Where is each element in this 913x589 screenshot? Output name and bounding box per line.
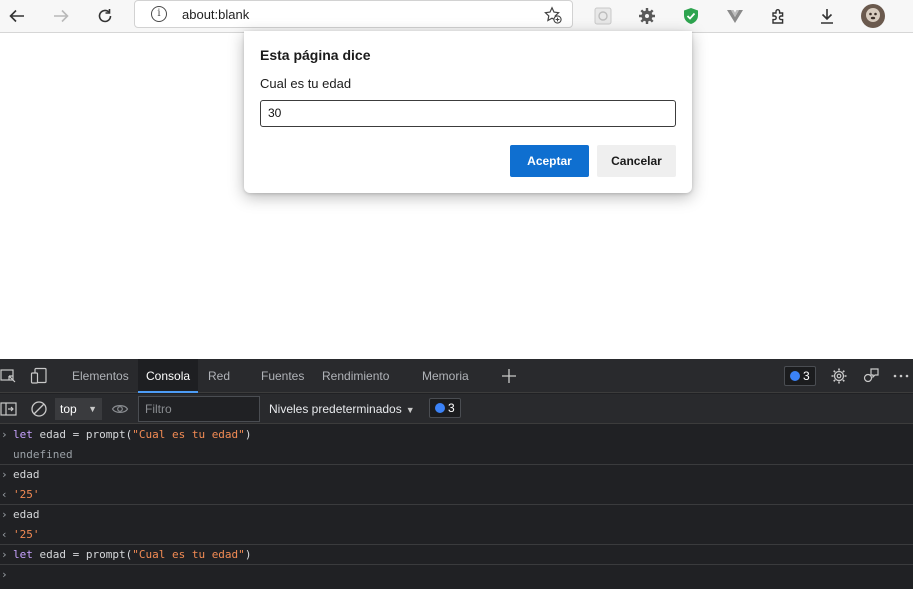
keyword: let (13, 428, 33, 441)
download-icon[interactable] (812, 2, 842, 30)
info-icon[interactable]: i (151, 6, 167, 22)
console-line: › edad (0, 465, 913, 485)
devtools-panel: Elementos Consola Red Fuentes Rendimient… (0, 359, 913, 589)
console-prompt[interactable]: › (0, 565, 913, 585)
console-line: undefined (0, 445, 913, 465)
tab-fuentes[interactable]: Fuentes (261, 359, 304, 393)
address-bar[interactable]: i about:blank (134, 0, 573, 28)
vue-devtools-icon[interactable] (720, 2, 750, 30)
console-line: ‹ '25' (0, 525, 913, 545)
console-line: › let edad = prompt("Cual es tu edad") (0, 545, 913, 565)
code-text: ) (244, 548, 252, 561)
log-levels-label: Niveles predeterminados (269, 402, 402, 416)
console-line: › edad (0, 505, 913, 525)
string-literal: "Cual es tu edad" (132, 548, 245, 561)
result-text: '25' (13, 528, 40, 541)
context-value: top (60, 402, 77, 416)
address-url: about:blank (182, 7, 250, 22)
arrow-right-icon (54, 9, 69, 23)
console-line: ‹ '25' (0, 485, 913, 505)
settings-gear-icon[interactable] (830, 367, 848, 385)
live-expression-eye-icon[interactable] (111, 400, 129, 418)
issues-count: 3 (803, 369, 810, 383)
browser-toolbar: i about:blank (0, 0, 913, 33)
chevron-down-icon: ▼ (88, 404, 97, 414)
filter-input[interactable]: Filtro (138, 396, 260, 422)
arrow-left-icon (9, 9, 24, 23)
input-chevron-icon: › (1, 468, 8, 481)
issues-badge[interactable]: 3 (784, 366, 816, 386)
code-text: edad (13, 508, 40, 521)
code-text: edad (13, 468, 40, 481)
tab-consola[interactable]: Consola (138, 359, 199, 393)
input-chevron-icon: › (1, 428, 8, 441)
prompt-chevron-icon: › (1, 568, 8, 581)
profile-avatar[interactable] (858, 2, 888, 30)
back-button[interactable] (2, 2, 32, 30)
levels-issues-badge[interactable]: 3 (429, 398, 461, 418)
sidebar-toggle-icon[interactable] (0, 400, 18, 418)
tab-red[interactable]: Red (208, 359, 230, 393)
keyword: let (13, 548, 33, 561)
devtools-tabbar: Elementos Consola Red Fuentes Rendimient… (0, 359, 913, 393)
forward-button[interactable] (46, 2, 76, 30)
clear-console-icon[interactable] (30, 400, 48, 418)
output-chevron-icon: ‹ (1, 488, 8, 501)
extension-puzzle-tile-icon[interactable] (588, 2, 618, 30)
levels-issues-count: 3 (448, 401, 455, 415)
tab-elementos[interactable]: Elementos (72, 359, 129, 393)
device-toolbar-icon[interactable] (30, 367, 48, 385)
log-levels-select[interactable]: Niveles predeterminados ▼ (269, 398, 415, 420)
tab-rendimiento[interactable]: Rendimiento (322, 359, 389, 393)
dialog-input[interactable]: 30 (260, 100, 676, 127)
reload-icon (98, 9, 112, 23)
code-text: edad = prompt( (32, 428, 133, 441)
console-output: › let edad = prompt("Cual es tu edad") un… (0, 425, 913, 589)
issues-icon (790, 371, 800, 381)
more-options-icon[interactable] (892, 367, 910, 385)
feedback-icon[interactable] (862, 367, 880, 385)
gear-extension-icon[interactable] (632, 2, 662, 30)
input-chevron-icon: › (1, 548, 8, 561)
output-chevron-icon: ‹ (1, 528, 8, 541)
add-tab-icon[interactable] (500, 367, 518, 385)
result-text: '25' (13, 488, 40, 501)
reload-button[interactable] (90, 2, 120, 30)
inspect-element-icon[interactable] (0, 367, 18, 385)
context-select[interactable]: top ▼ (55, 398, 102, 420)
accept-button[interactable]: Aceptar (510, 145, 589, 177)
tab-memoria[interactable]: Memoria (422, 359, 469, 393)
add-favorite-icon[interactable] (544, 6, 562, 24)
dialog-message: Cual es tu edad (260, 76, 352, 91)
chevron-down-icon: ▼ (405, 405, 415, 415)
result-text: undefined (13, 448, 73, 461)
prompt-dialog: Esta página dice Cual es tu edad 30 Acep… (244, 31, 692, 193)
code-text: edad = prompt( (32, 548, 133, 561)
browser-window: i about:blank Esta página dice Cual es t… (0, 0, 913, 589)
input-chevron-icon: › (1, 508, 8, 521)
cancel-button[interactable]: Cancelar (597, 145, 676, 177)
console-line: › let edad = prompt("Cual es tu edad") (0, 425, 913, 445)
code-text: ) (244, 428, 252, 441)
shield-check-icon[interactable] (676, 2, 706, 30)
dialog-title: Esta página dice (260, 47, 371, 63)
issues-icon (435, 403, 445, 413)
console-filterbar: top ▼ Filtro Niveles predeterminados ▼ 3 (0, 394, 913, 424)
extensions-icon[interactable] (764, 2, 794, 30)
string-literal: "Cual es tu edad" (132, 428, 245, 441)
